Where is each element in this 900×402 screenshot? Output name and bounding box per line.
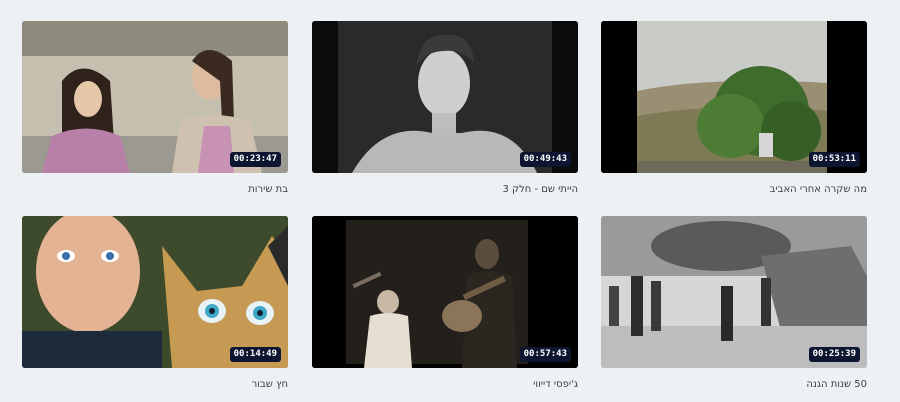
thumbnail-image-guitarist: [312, 216, 578, 368]
video-title[interactable]: חץ שבור: [252, 379, 288, 390]
video-title[interactable]: ג'יפסי דייווי: [533, 379, 578, 390]
video-card[interactable]: 00:23:47 בת שירות: [22, 21, 288, 195]
video-card[interactable]: 00:57:43 ג'יפסי דייווי: [312, 216, 578, 390]
video-title[interactable]: בת שירות: [248, 184, 288, 195]
video-thumbnail[interactable]: 00:14:49: [22, 216, 288, 368]
video-title[interactable]: 50 שנות הגנה: [806, 379, 867, 390]
video-title[interactable]: הייתי שם - חלק 3: [502, 184, 578, 195]
video-grid: 00:53:11 מה שקרה אחרי האביב 00:49:43 היי…: [0, 0, 900, 402]
duration-badge: 00:49:43: [519, 152, 571, 167]
thumbnail-image-landscape: [601, 21, 867, 173]
duration-badge: 00:23:47: [229, 152, 281, 167]
video-card[interactable]: 00:53:11 מה שקרה אחרי האביב: [601, 21, 867, 195]
thumbnail-image-puppets: [22, 216, 288, 368]
thumbnail-image-battle: [601, 216, 867, 368]
video-title[interactable]: מה שקרה אחרי האביב: [770, 184, 867, 195]
video-thumbnail[interactable]: 00:57:43: [312, 216, 578, 368]
video-card[interactable]: 00:49:43 הייתי שם - חלק 3: [312, 21, 578, 195]
duration-badge: 00:57:43: [519, 347, 571, 362]
video-card[interactable]: 00:14:49 חץ שבור: [22, 216, 288, 390]
video-thumbnail[interactable]: 00:49:43: [312, 21, 578, 173]
thumbnail-image-portrait: [312, 21, 578, 173]
duration-badge: 00:14:49: [229, 347, 281, 362]
duration-badge: 00:25:39: [808, 347, 860, 362]
duration-badge: 00:53:11: [808, 152, 860, 167]
video-thumbnail[interactable]: 00:25:39: [601, 216, 867, 368]
video-card[interactable]: 00:25:39 50 שנות הגנה: [601, 216, 867, 390]
video-thumbnail[interactable]: 00:53:11: [601, 21, 867, 173]
video-thumbnail[interactable]: 00:23:47: [22, 21, 288, 173]
thumbnail-image-two-girls: [22, 21, 288, 173]
